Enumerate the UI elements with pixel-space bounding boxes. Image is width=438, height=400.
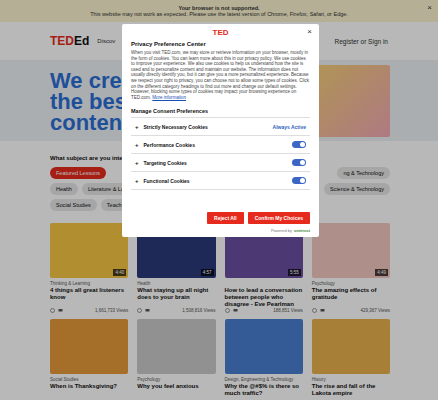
category-name: Functional Cookies [144, 178, 287, 184]
toggle-knob [300, 160, 305, 165]
onetrust-logo: onetrust [294, 228, 310, 233]
more-information-link[interactable]: More information [152, 95, 186, 100]
expand-icon[interactable]: + [135, 178, 139, 184]
consent-toggle[interactable] [292, 159, 306, 166]
dialog-button[interactable]: Reject All [207, 212, 244, 224]
cookie-category[interactable]: + Targeting Cookies [131, 154, 310, 172]
privacy-preference-dialog: TED × Privacy Preference Center When you vi… [122, 24, 319, 237]
ted-logo: TED [213, 28, 229, 37]
cookie-category[interactable]: + Strictly Necessary Cookies Always Active [131, 118, 310, 136]
dialog-button[interactable]: Confirm My Choices [248, 212, 310, 224]
section-heading: Manage Consent Preferences [131, 108, 310, 114]
always-active-label: Always Active [273, 124, 306, 130]
expand-icon[interactable]: + [135, 160, 139, 166]
dialog-top: TED × [131, 28, 310, 37]
dialog-description: When you visit TED.com, we may store or … [131, 50, 310, 100]
toggle-knob [300, 178, 305, 183]
dialog-buttons: Reject All Confirm My Choices [131, 212, 310, 224]
category-name: Targeting Cookies [144, 160, 287, 166]
close-button[interactable]: × [307, 27, 312, 36]
expand-icon[interactable]: + [135, 142, 139, 148]
consent-toggle[interactable] [292, 141, 306, 148]
dialog-title: Privacy Preference Center [131, 41, 310, 47]
cookie-category[interactable]: + Performance Cookies [131, 136, 310, 154]
consent-toggle[interactable] [292, 177, 306, 184]
category-name: Performance Cookies [144, 142, 287, 148]
powered-prefix: Powered by [271, 228, 292, 233]
category-name: Strictly Necessary Cookies [144, 124, 268, 130]
toggle-knob [300, 142, 305, 147]
cookie-category-list: + Strictly Necessary Cookies Always Active… [131, 117, 310, 190]
powered-by: Powered byonetrust [131, 228, 310, 233]
cookie-category[interactable]: + Functional Cookies [131, 172, 310, 190]
screen: Your browser is not supported.This websi… [0, 0, 438, 400]
expand-icon[interactable]: + [135, 124, 139, 130]
